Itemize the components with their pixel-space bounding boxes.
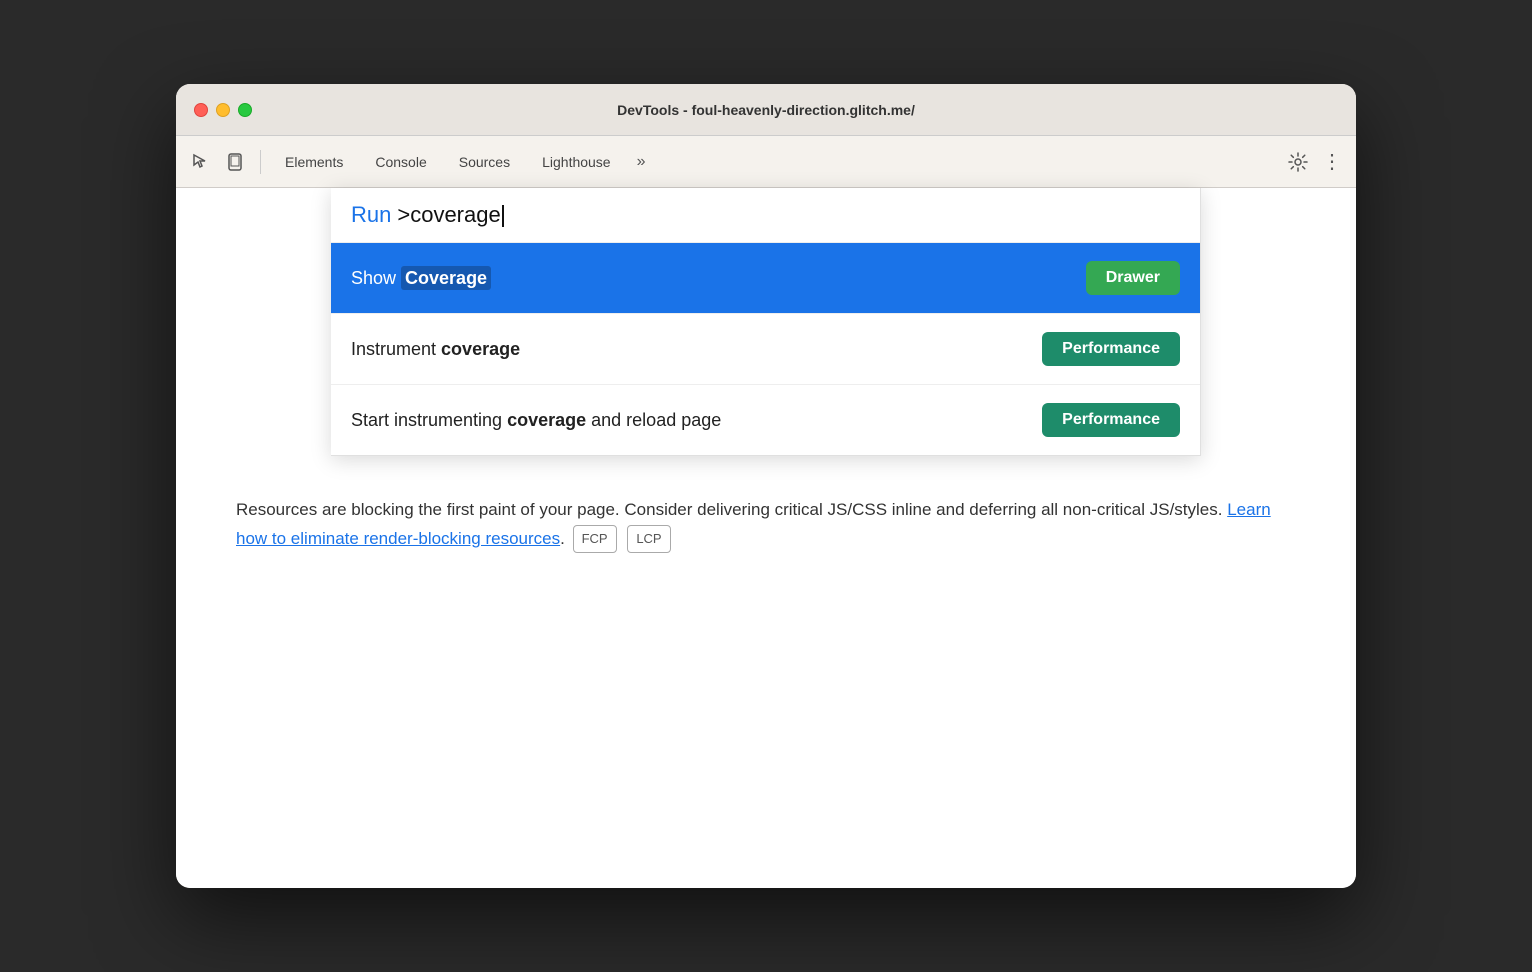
more-tabs-button[interactable]: » (629, 149, 654, 175)
devtools-toolbar: Elements Console Sources Lighthouse » ⋮ (176, 136, 1356, 188)
more-options-icon[interactable]: ⋮ (1318, 149, 1346, 174)
command-input-text[interactable]: >coverage (397, 202, 503, 228)
close-button[interactable] (194, 103, 208, 117)
inspect-icon[interactable] (186, 147, 216, 177)
performance-badge-2: Performance (1042, 403, 1180, 437)
main-content: Run >coverage Show Coverage Drawer Instr… (176, 188, 1356, 888)
command-palette: Run >coverage Show Coverage Drawer Instr… (331, 188, 1201, 456)
maximize-button[interactable] (238, 103, 252, 117)
settings-icon[interactable] (1282, 146, 1314, 178)
lcp-badge: LCP (627, 525, 670, 553)
description-text: Resources are blocking the first paint o… (236, 496, 1296, 554)
body-content: Resources are blocking the first paint o… (176, 456, 1356, 594)
tab-lighthouse[interactable]: Lighthouse (528, 148, 625, 176)
instrument-coverage-text: Instrument coverage (351, 339, 520, 360)
instrument-coverage-item[interactable]: Instrument coverage Performance (331, 314, 1200, 385)
text-cursor (502, 205, 504, 227)
performance-badge-1: Performance (1042, 332, 1180, 366)
fcp-badge: FCP (573, 525, 617, 553)
command-input-row: Run >coverage (331, 188, 1200, 243)
minimize-button[interactable] (216, 103, 230, 117)
start-instrumenting-item[interactable]: Start instrumenting coverage and reload … (331, 385, 1200, 455)
devtools-window: DevTools - foul-heavenly-direction.glitc… (176, 84, 1356, 888)
tab-elements[interactable]: Elements (271, 148, 357, 176)
window-title: DevTools - foul-heavenly-direction.glitc… (617, 102, 915, 118)
traffic-lights (194, 103, 252, 117)
show-coverage-text: Show Coverage (351, 268, 491, 289)
show-coverage-item[interactable]: Show Coverage Drawer (331, 243, 1200, 314)
coverage-highlight: Coverage (401, 266, 491, 290)
toolbar-divider-1 (260, 150, 261, 174)
tab-console[interactable]: Console (361, 148, 440, 176)
titlebar: DevTools - foul-heavenly-direction.glitc… (176, 84, 1356, 136)
start-instrumenting-text: Start instrumenting coverage and reload … (351, 410, 721, 431)
tab-sources[interactable]: Sources (445, 148, 524, 176)
run-label: Run (351, 202, 391, 228)
device-icon[interactable] (220, 147, 250, 177)
drawer-badge: Drawer (1086, 261, 1180, 295)
